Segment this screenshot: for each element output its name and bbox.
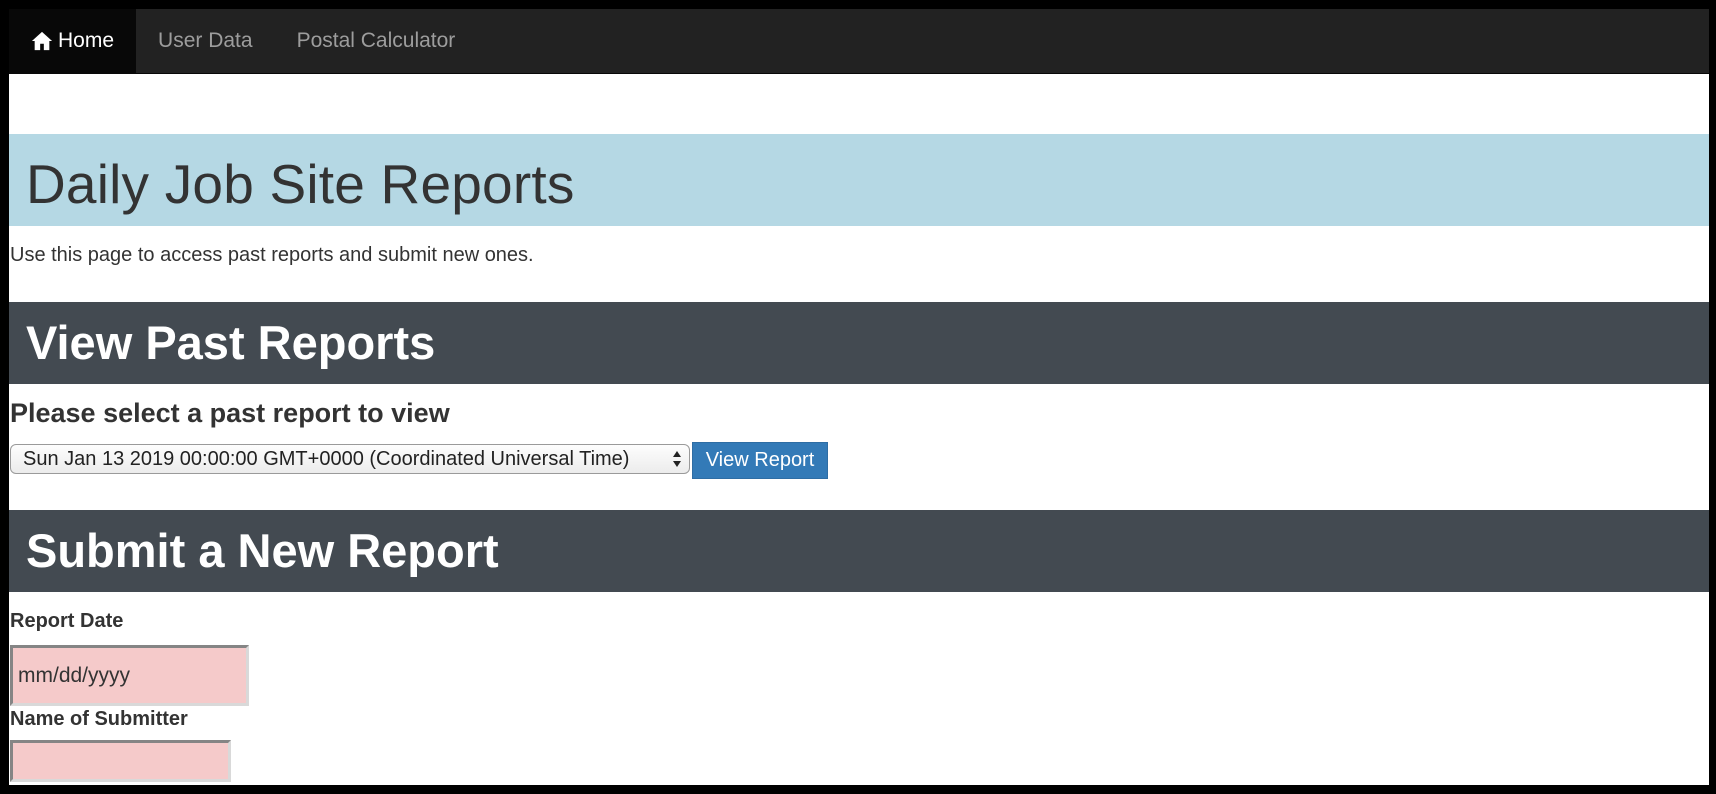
nav-home-label: Home <box>58 29 115 52</box>
new-report-header: Submit a New Report <box>9 510 1709 592</box>
past-reports-heading: View Past Reports <box>26 316 436 369</box>
intro-text: Use this page to access past reports and… <box>10 244 534 266</box>
nav-postal-calculator-label: Postal Calculator <box>296 29 456 52</box>
nav-user-data-label: User Data <box>158 29 253 52</box>
top-navbar: Home User Data Postal Calculator <box>9 9 1709 74</box>
report-date-label: Report Date <box>10 610 124 632</box>
past-report-select[interactable]: Sun Jan 13 2019 00:00:00 GMT+0000 (Coord… <box>10 444 690 474</box>
select-arrows-icon <box>673 451 681 467</box>
new-report-heading: Submit a New Report <box>26 524 499 577</box>
report-date-placeholder: mm/dd/yyyy <box>18 663 131 687</box>
past-reports-header: View Past Reports <box>9 302 1709 384</box>
page-title: Daily Job Site Reports <box>26 153 575 215</box>
submitter-name-label: Name of Submitter <box>10 708 188 730</box>
nav-postal-calculator[interactable]: Postal Calculator <box>275 9 478 73</box>
home-icon <box>31 31 53 51</box>
nav-user-data[interactable]: User Data <box>136 9 275 73</box>
submitter-name-input[interactable] <box>10 740 231 782</box>
report-date-input[interactable]: mm/dd/yyyy <box>10 645 249 706</box>
past-report-select-value: Sun Jan 13 2019 00:00:00 GMT+0000 (Coord… <box>23 447 630 470</box>
select-report-prompt: Please select a past report to view <box>10 398 450 428</box>
nav-home[interactable]: Home <box>9 9 137 73</box>
page: Home User Data Postal Calculator Daily J… <box>9 9 1709 785</box>
jumbotron: Daily Job Site Reports <box>9 134 1709 226</box>
view-report-button[interactable]: View Report <box>692 442 828 479</box>
